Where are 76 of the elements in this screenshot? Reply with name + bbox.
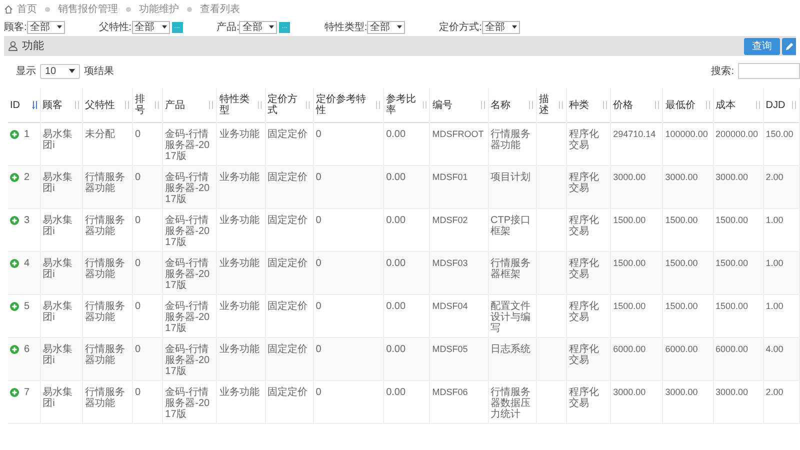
panel-title: 功能 <box>22 38 44 54</box>
filter-select[interactable]: 全部 <box>367 20 406 34</box>
table-cell: MDSF06 <box>430 380 488 424</box>
breadcrumb-link[interactable]: 查看列表 <box>200 2 240 16</box>
breadcrumb-link[interactable]: 功能维护 <box>139 2 179 16</box>
table-cell: 3 <box>24 215 30 226</box>
dropdown-caret-icon <box>56 25 62 29</box>
dropdown-caret-icon <box>269 25 274 29</box>
sort-icon <box>754 101 761 109</box>
sort-icon <box>791 101 797 109</box>
table-cell: 2.00 <box>763 380 800 424</box>
pencil-icon <box>784 42 794 50</box>
expand-icon[interactable] <box>10 216 19 225</box>
breadcrumb-link[interactable]: 首页 <box>17 2 37 16</box>
filter-label: 定价方式: <box>439 20 482 34</box>
filter-select[interactable]: 全部 <box>26 20 65 34</box>
dropdown-caret-icon <box>512 25 517 29</box>
table-cell: 行情服务器功能 <box>82 380 133 424</box>
sort-icon <box>602 101 608 109</box>
search-field[interactable] <box>738 63 800 79</box>
table-cell: 固定定价 <box>265 380 314 424</box>
sort-icon <box>704 101 710 109</box>
sort-icon <box>422 101 428 109</box>
filter-label: 父特性: <box>98 20 132 34</box>
filter-select[interactable]: 全部 <box>132 20 170 34</box>
expand-icon[interactable] <box>10 130 19 139</box>
breadcrumb-link[interactable]: 销售报价管理 <box>58 2 118 16</box>
table-cell: 4 <box>24 258 30 269</box>
sort-icon <box>124 101 130 109</box>
page-size-select[interactable]: 10 <box>40 64 80 78</box>
table-cell: 0 <box>132 380 163 424</box>
show-label: 显示 <box>16 64 36 78</box>
sort-icon <box>256 101 263 109</box>
filter-label: 特性类型: <box>324 20 368 34</box>
home-icon <box>4 4 13 14</box>
sort-icon <box>654 101 660 109</box>
sort-icon <box>480 101 486 109</box>
filter-label: 顾客: <box>4 20 27 34</box>
table-cell: 6 <box>24 344 30 355</box>
table-cell: 业务功能 <box>216 380 266 424</box>
expand-icon[interactable] <box>10 259 19 268</box>
table-cell: 0.00 <box>384 380 430 424</box>
table-cell: 易水集团i <box>40 380 82 424</box>
table-cell: 5 <box>24 301 30 312</box>
table-cell: 程序化交易 <box>566 380 611 424</box>
filter-label: 产品: <box>216 20 240 34</box>
table-cell: 2 <box>24 172 30 183</box>
search-label: 搜索: <box>711 64 734 78</box>
sort-icon <box>154 101 160 109</box>
table-cell: 0 <box>313 380 384 424</box>
dropdown-caret-icon <box>397 25 402 29</box>
person-icon <box>8 41 18 51</box>
expand-icon[interactable] <box>10 302 19 311</box>
sort-icon <box>74 101 80 109</box>
table-cell: 行情服务器数据压力统计 <box>488 380 536 424</box>
table-cell: 1 <box>24 129 30 140</box>
expand-icon[interactable] <box>10 345 19 354</box>
table-cell: 3000.00 <box>662 380 713 424</box>
sort-icon <box>208 101 214 109</box>
results-label: 项结果 <box>84 64 114 78</box>
sort-icon <box>375 101 382 109</box>
edit-button[interactable] <box>782 38 796 54</box>
sort-icon <box>558 101 564 109</box>
table-cell: 7 <box>24 387 30 398</box>
sort-icon <box>528 101 534 109</box>
sort-icon <box>305 101 311 109</box>
dropdown-caret-icon <box>162 25 167 29</box>
table-cell: 金码-行情服务器-2017版 <box>162 380 217 424</box>
expand-icon[interactable] <box>10 388 19 397</box>
filter-select[interactable]: 全部 <box>482 20 520 34</box>
expand-icon[interactable] <box>10 173 19 182</box>
table-cell: 3000.00 <box>610 380 663 424</box>
sort-icon <box>32 101 38 109</box>
filter-select[interactable]: 全部 <box>239 20 278 34</box>
dropdown-caret-icon <box>69 69 75 73</box>
table-cell: 3000.00 <box>713 380 764 424</box>
